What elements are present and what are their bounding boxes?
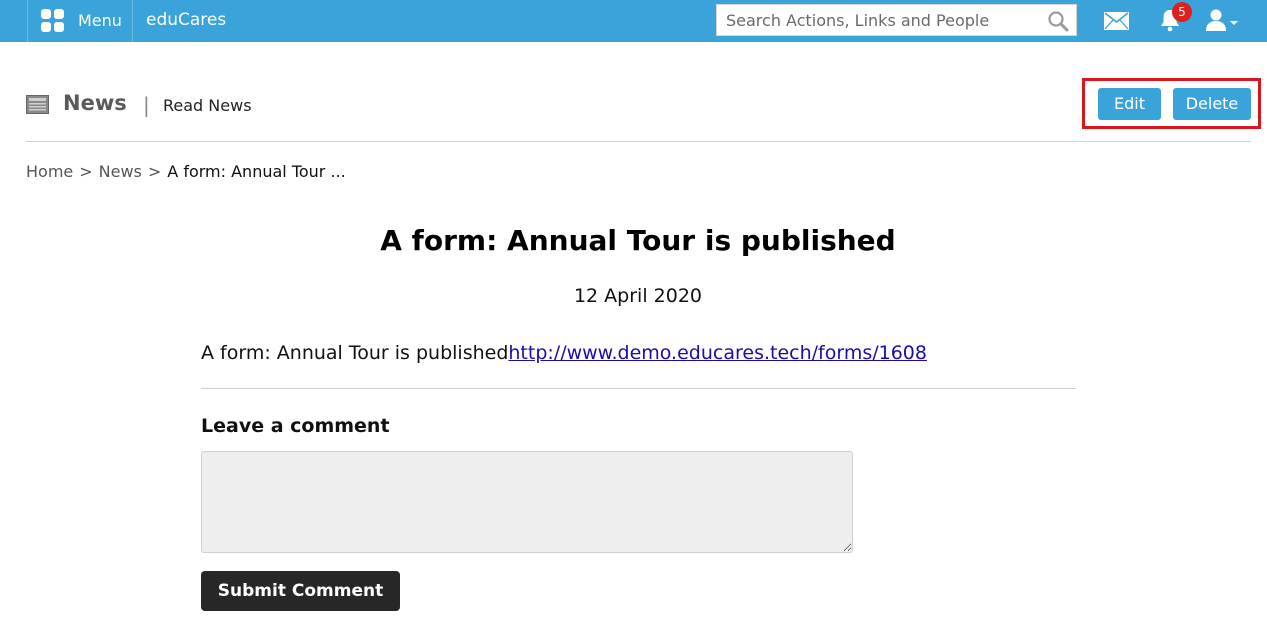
edit-button[interactable]: Edit	[1098, 88, 1161, 120]
menu-label: Menu	[78, 11, 122, 30]
breadcrumb-news[interactable]: News	[99, 162, 142, 181]
breadcrumb-separator: >	[147, 162, 162, 181]
submit-comment-button[interactable]: Submit Comment	[201, 571, 400, 611]
header-divider	[26, 141, 1251, 142]
comment-heading: Leave a comment	[201, 415, 390, 437]
search-input[interactable]	[717, 5, 1037, 35]
search-box	[716, 4, 1077, 36]
breadcrumb: Home > News > A form: Annual Tour ...	[26, 162, 346, 181]
delete-button[interactable]: Delete	[1173, 88, 1251, 120]
brand-link[interactable]: eduCares	[146, 10, 226, 30]
user-icon[interactable]	[1206, 9, 1240, 31]
grid-icon	[41, 9, 65, 33]
breadcrumb-current: A form: Annual Tour ...	[167, 162, 346, 181]
article-title: A form: Annual Tour is published	[380, 224, 896, 257]
search-icon[interactable]	[1047, 10, 1069, 32]
mail-icon[interactable]	[1104, 12, 1129, 30]
article-body: A form: Annual Tour is publishedhttp://w…	[201, 342, 927, 364]
title-separator: |	[143, 93, 150, 117]
article-date: 12 April 2020	[573, 285, 703, 307]
menu-button[interactable]: Menu	[27, 0, 133, 42]
page-subtitle: Read News	[163, 96, 252, 115]
article-body-text: A form: Annual Tour is published	[201, 342, 509, 364]
article-divider	[201, 388, 1076, 389]
article-form-link[interactable]: http://www.demo.educares.tech/forms/1608	[508, 342, 927, 364]
chevron-down-icon	[1230, 21, 1238, 25]
breadcrumb-separator: >	[79, 162, 93, 181]
page-title: News	[63, 91, 127, 115]
top-navigation-bar: Menu eduCares 5	[0, 0, 1267, 42]
comment-textarea[interactable]	[201, 451, 853, 553]
breadcrumb-home[interactable]: Home	[26, 162, 73, 181]
newspaper-icon	[26, 95, 49, 114]
notification-count-badge: 5	[1172, 2, 1192, 22]
